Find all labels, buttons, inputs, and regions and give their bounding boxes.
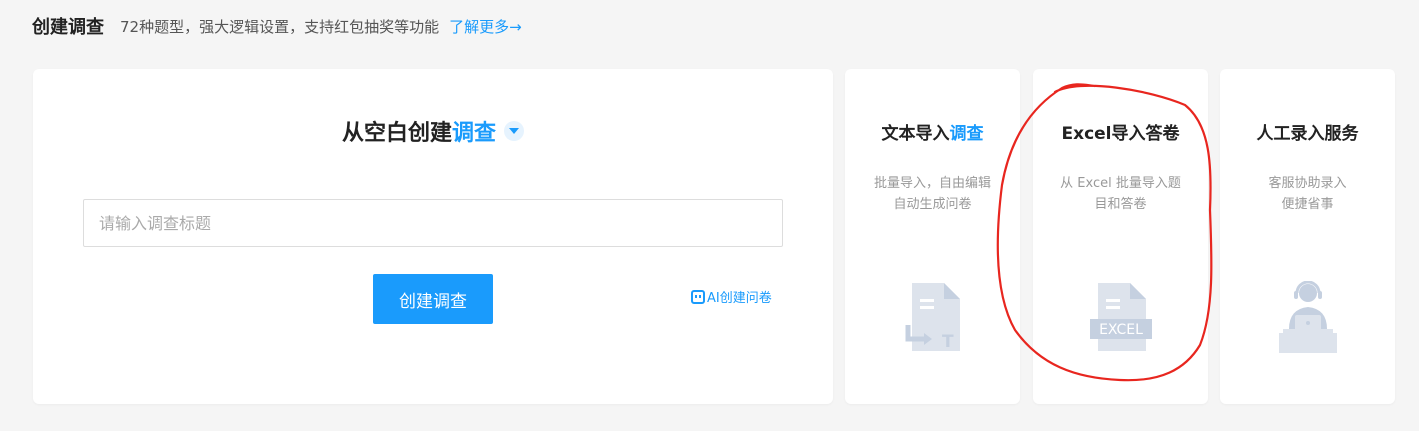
- desc-line: 便捷省事: [1281, 197, 1334, 212]
- manual-entry-desc: 客服协助录入 便捷省事: [1230, 173, 1385, 215]
- survey-title-input[interactable]: [83, 199, 783, 247]
- manual-entry-title: 人工录入服务: [1220, 119, 1395, 144]
- excel-import-title-prefix: Excel导入答卷: [1061, 124, 1180, 144]
- desc-line: 客服协助录入: [1268, 176, 1347, 191]
- excel-import-desc: 从 Excel 批量导入题 目和答卷: [1043, 173, 1198, 215]
- chevron-down-icon[interactable]: [504, 121, 525, 141]
- desc-line: 自动生成问卷: [893, 197, 972, 212]
- ai-create-link[interactable]: AI创建问卷: [691, 287, 772, 306]
- text-import-desc: 批量导入，自由编辑 自动生成问卷: [855, 173, 1010, 215]
- desc-line: 目和答卷: [1094, 197, 1147, 212]
- blank-create-card: 从空白创建调查 创建调查 AI创建问卷: [33, 69, 833, 404]
- excel-import-card[interactable]: Excel导入答卷 从 Excel 批量导入题 目和答卷 EXCEL: [1033, 69, 1208, 404]
- survey-type-label[interactable]: 调查: [452, 115, 496, 147]
- text-import-title: 文本导入调查: [845, 119, 1020, 144]
- excel-icon: EXCEL: [1086, 281, 1156, 357]
- excel-import-title: Excel导入答卷: [1033, 119, 1208, 144]
- robot-icon: [691, 289, 705, 304]
- text-import-title-prefix: 文本导入: [881, 124, 950, 144]
- desc-line: 批量导入，自由编辑: [873, 176, 991, 191]
- manual-entry-card[interactable]: 人工录入服务 客服协助录入 便捷省事: [1220, 69, 1395, 404]
- svg-text:T: T: [942, 332, 954, 352]
- ai-create-label: AI创建问卷: [707, 291, 772, 306]
- text-import-card[interactable]: 文本导入调查 批量导入，自由编辑 自动生成问卷 T: [845, 69, 1020, 404]
- page-title: 创建调查: [32, 17, 104, 38]
- text-import-title-accent: 调查: [949, 124, 984, 144]
- blank-create-title: 从空白创建 调查: [33, 115, 833, 147]
- manual-entry-title-prefix: 人工录入服务: [1256, 124, 1359, 144]
- learn-more-link[interactable]: 了解更多→: [449, 16, 522, 37]
- page-header: 创建调查 72种题型，强大逻辑设置，支持红包抽奖等功能 了解更多→: [32, 12, 522, 40]
- excel-icon-label: EXCEL: [1099, 322, 1143, 338]
- desc-line: 从 Excel 批量导入题: [1060, 176, 1181, 191]
- title-prefix: 从空白创建: [341, 121, 452, 146]
- page-description: 72种题型，强大逻辑设置，支持红包抽奖等功能: [120, 17, 440, 36]
- customer-service-icon: [1273, 280, 1343, 357]
- text-import-icon: T: [898, 281, 968, 357]
- create-survey-button[interactable]: 创建调查: [373, 274, 493, 324]
